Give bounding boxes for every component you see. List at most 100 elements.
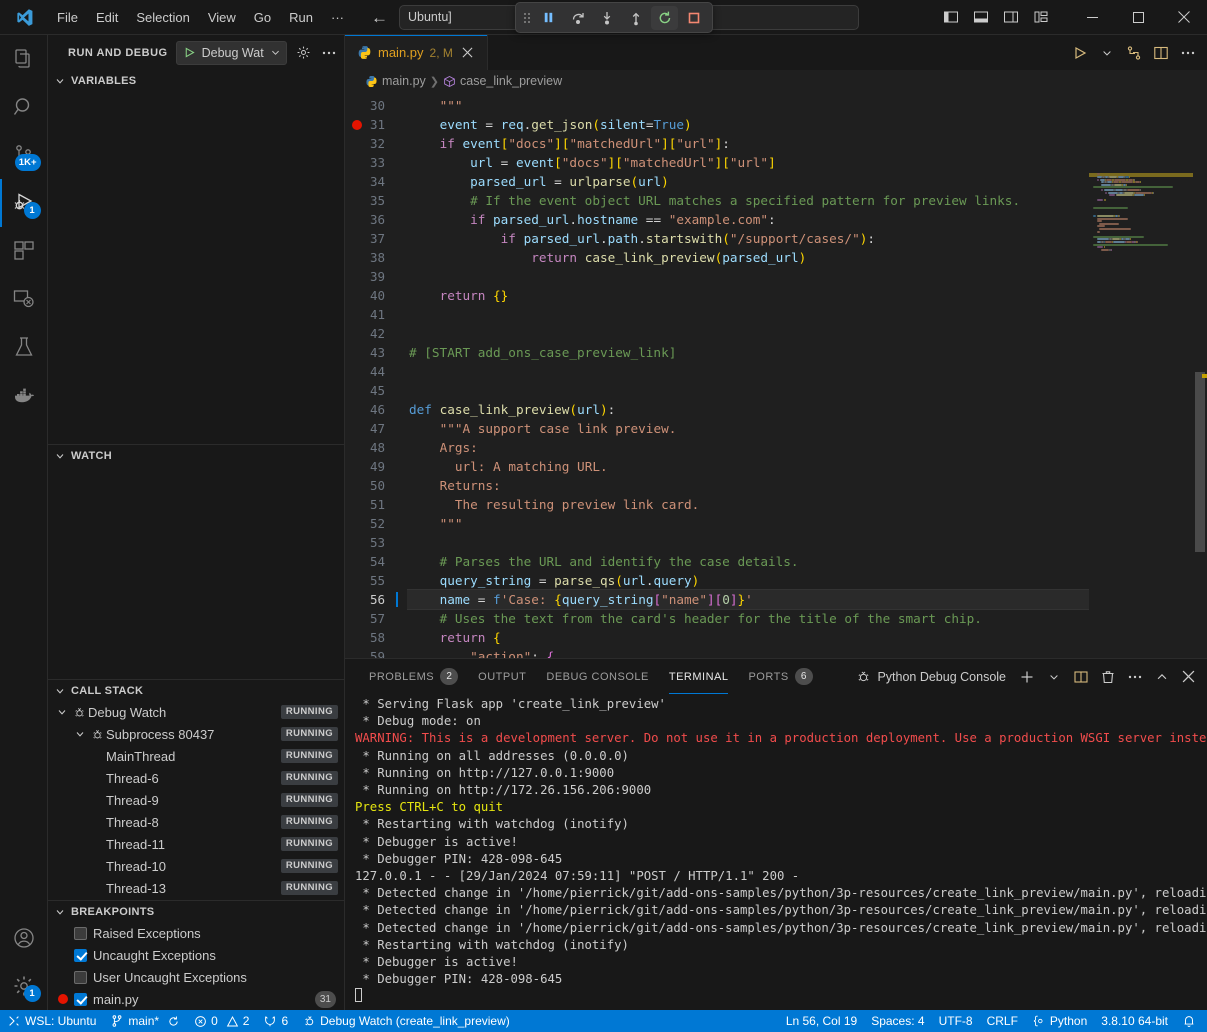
breakpoint-row[interactable]: Raised Exceptions (48, 922, 344, 944)
go-back-icon[interactable]: ← (371, 9, 388, 26)
line-number[interactable]: 42 (345, 324, 407, 343)
breakpoint-checkbox[interactable] (74, 949, 87, 962)
callstack-row[interactable]: Thread-6RUNNING (48, 767, 344, 789)
line-number[interactable]: 53 (345, 533, 407, 552)
line-number-gutter[interactable]: 3031323334353637383940414243444546474849… (345, 92, 407, 658)
pause-button[interactable] (535, 6, 562, 30)
scrollbar-thumb[interactable] (1195, 372, 1205, 552)
code-line[interactable]: """ (407, 514, 1089, 533)
code-line[interactable] (407, 362, 1089, 381)
code-line[interactable]: event = req.get_json(silent=True) (407, 115, 1089, 134)
line-number[interactable]: 38 (345, 248, 407, 267)
code-line[interactable]: # If the event object URL matches a spec… (407, 191, 1089, 210)
line-number[interactable]: 49 (345, 457, 407, 476)
line-number[interactable]: 47 (345, 419, 407, 438)
line-number[interactable]: 45 (345, 381, 407, 400)
line-number[interactable]: 58 (345, 628, 407, 647)
kill-terminal-trash-icon[interactable] (1095, 664, 1120, 689)
drag-handle-icon[interactable] (521, 10, 533, 26)
callstack-row[interactable]: Thread-10RUNNING (48, 855, 344, 877)
breadcrumb-file[interactable]: main.py (365, 74, 426, 88)
line-number[interactable]: 36 (345, 210, 407, 229)
step-over-button[interactable] (564, 6, 591, 30)
status-notifications[interactable] (1175, 1010, 1203, 1032)
section-variables-header[interactable]: VARIABLES (48, 70, 344, 92)
status-problems[interactable]: 0 2 (187, 1010, 256, 1032)
stop-button[interactable] (680, 6, 707, 30)
code-line[interactable] (407, 533, 1089, 552)
status-branch[interactable]: main* (103, 1010, 187, 1032)
code-line[interactable]: # [START add_ons_case_preview_link] (407, 343, 1089, 362)
debug-configuration-select[interactable]: Debug Wat (176, 41, 287, 65)
code-line[interactable]: name = f'Case: {query_string["name"][0]}… (407, 590, 1089, 609)
split-editor-icon[interactable] (1148, 40, 1174, 66)
code-line[interactable]: Args: (407, 438, 1089, 457)
run-options-chevron-down-icon[interactable] (1094, 40, 1120, 66)
line-number[interactable]: 59 (345, 647, 407, 658)
code-line[interactable]: The resulting preview link card. (407, 495, 1089, 514)
status-cursor-position[interactable]: Ln 56, Col 19 (779, 1010, 864, 1032)
menu-file[interactable]: File (48, 7, 87, 28)
activity-source-control[interactable]: 1K+ (0, 131, 48, 179)
minimap[interactable] (1089, 92, 1193, 658)
menu-more[interactable]: ··· (322, 7, 353, 28)
activity-remote-explorer[interactable] (0, 275, 48, 323)
line-number[interactable]: 46 (345, 400, 407, 419)
line-number[interactable]: 51 (345, 495, 407, 514)
tab-main-py[interactable]: main.py 2, M (345, 35, 488, 70)
code-line[interactable]: Returns: (407, 476, 1089, 495)
status-ports[interactable]: 6 (256, 1010, 295, 1032)
activity-settings[interactable]: 1 (0, 962, 48, 1010)
chevron-down-icon[interactable] (54, 706, 70, 718)
status-remote[interactable]: WSL: Ubuntu (0, 1010, 103, 1032)
code-line[interactable]: def case_link_preview(url): (407, 400, 1089, 419)
menu-run[interactable]: Run (280, 7, 322, 28)
sidebar-more-actions-icon[interactable] (320, 42, 338, 64)
line-number[interactable]: 30 (345, 96, 407, 115)
restart-button[interactable] (651, 6, 678, 30)
toggle-primary-sidebar-icon[interactable] (937, 4, 965, 30)
status-debug-session[interactable]: Debug Watch (create_link_preview) (295, 1010, 517, 1032)
breakpoint-row[interactable]: User Uncaught Exceptions (48, 966, 344, 988)
activity-testing[interactable] (0, 323, 48, 371)
panel-more-actions-icon[interactable] (1122, 664, 1147, 689)
breakpoint-checkbox[interactable] (74, 971, 87, 984)
split-terminal-icon[interactable] (1068, 664, 1093, 689)
status-language[interactable]: Python (1025, 1010, 1094, 1032)
close-panel-icon[interactable] (1176, 664, 1201, 689)
close-window-button[interactable] (1161, 0, 1207, 35)
code-line[interactable]: # Parses the URL and identify the case d… (407, 552, 1089, 571)
code-line[interactable]: query_string = parse_qs(url.query) (407, 571, 1089, 590)
breakpoint-row[interactable]: main.py31 (48, 988, 344, 1010)
code-content[interactable]: """ event = req.get_json(silent=True) if… (407, 92, 1089, 658)
section-breakpoints-header[interactable]: BREAKPOINTS (48, 900, 344, 922)
code-line[interactable]: return case_link_preview(parsed_url) (407, 248, 1089, 267)
status-interpreter[interactable]: 3.8.10 64-bit (1094, 1010, 1175, 1032)
callstack-row[interactable]: Subprocess 80437RUNNING (48, 723, 344, 745)
breakpoint-checkbox[interactable] (74, 927, 87, 940)
line-number[interactable]: 37 (345, 229, 407, 248)
menu-edit[interactable]: Edit (87, 7, 127, 28)
menu-go[interactable]: Go (245, 7, 280, 28)
callstack-row[interactable]: Thread-13RUNNING (48, 877, 344, 899)
activity-run-and-debug[interactable]: 1 (0, 179, 48, 227)
editor-vertical-scrollbar[interactable] (1193, 92, 1207, 658)
breakpoint-row[interactable]: Uncaught Exceptions (48, 944, 344, 966)
breadcrumb-symbol[interactable]: case_link_preview (443, 74, 562, 88)
panel-tab-problems[interactable]: PROBLEMS2 (359, 659, 468, 694)
line-number[interactable]: 39 (345, 267, 407, 286)
code-line[interactable] (407, 324, 1089, 343)
line-number[interactable]: 52 (345, 514, 407, 533)
code-line[interactable]: # Uses the text from the card's header f… (407, 609, 1089, 628)
terminal-dropdown-chevron-down-icon[interactable] (1041, 664, 1066, 689)
menu-selection[interactable]: Selection (127, 7, 198, 28)
maximize-panel-chevron-up-icon[interactable] (1149, 664, 1174, 689)
line-number[interactable]: 31 (345, 115, 407, 134)
code-line[interactable]: """ (407, 96, 1089, 115)
line-number[interactable]: 43 (345, 343, 407, 362)
status-indentation[interactable]: Spaces: 4 (864, 1010, 931, 1032)
callstack-row[interactable]: Thread-8RUNNING (48, 811, 344, 833)
callstack-row[interactable]: MainThreadRUNNING (48, 745, 344, 767)
editor-more-actions-icon[interactable] (1175, 40, 1201, 66)
line-number[interactable]: 32 (345, 134, 407, 153)
